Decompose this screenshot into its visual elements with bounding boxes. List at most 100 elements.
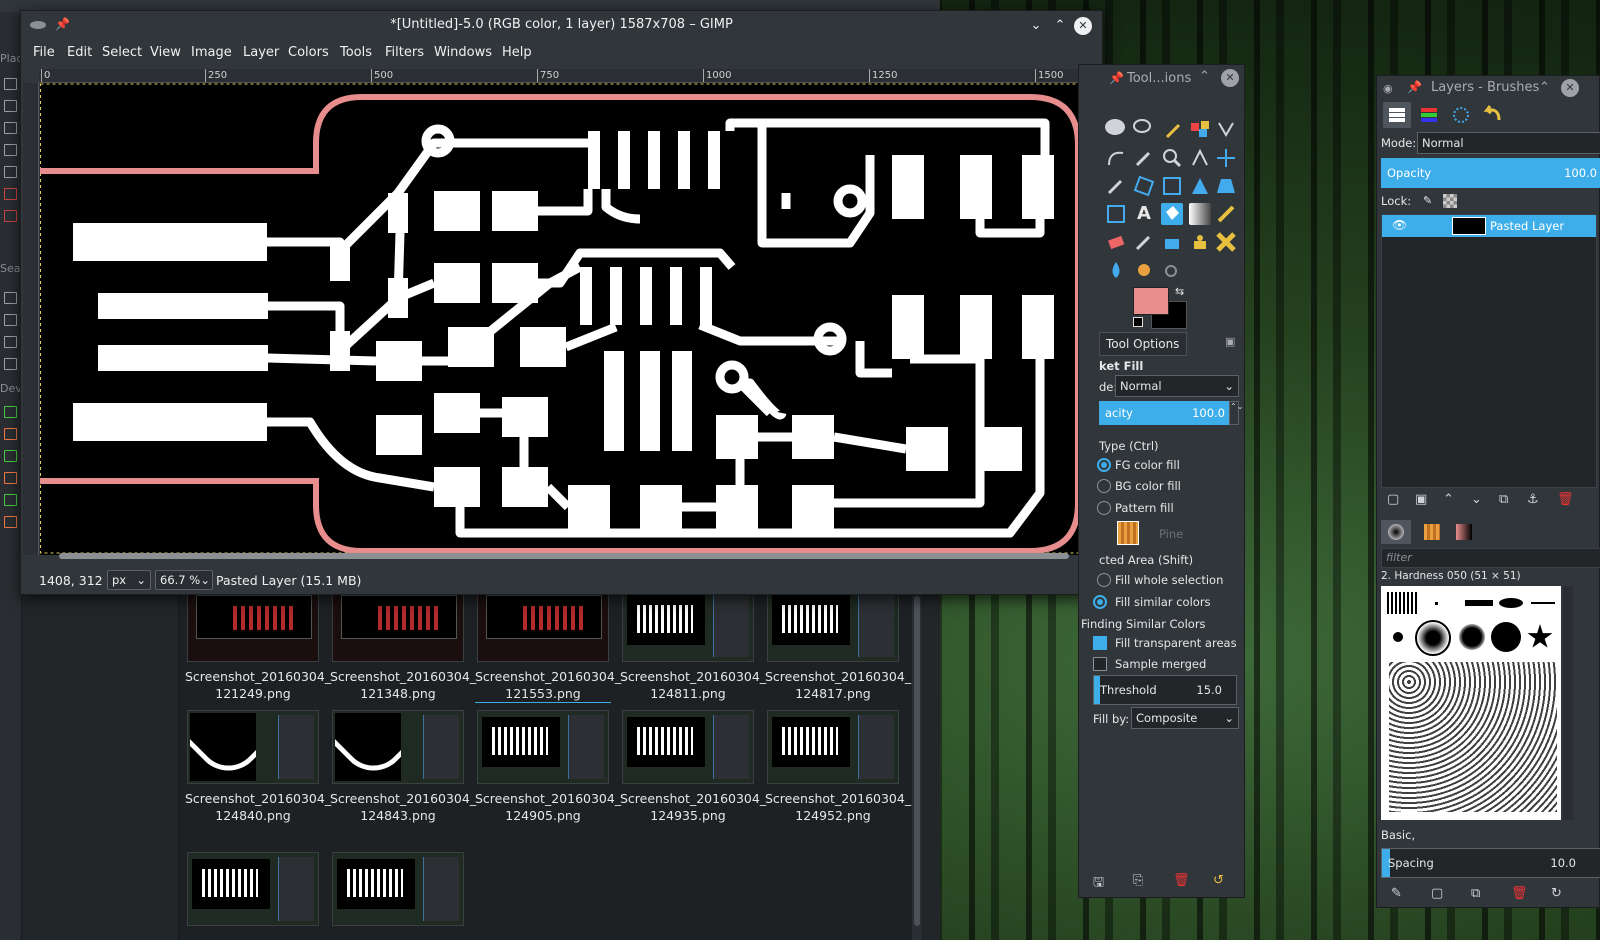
text-icon[interactable]	[4, 292, 17, 304]
delete-layer-icon[interactable]: 🗑	[1557, 492, 1574, 507]
delete-options-icon[interactable]: 🗑	[1173, 873, 1190, 888]
fill-transparent-checkbox[interactable]	[1093, 636, 1107, 650]
close-button[interactable]: ✕	[1074, 17, 1092, 35]
rotate-icon[interactable]	[1161, 175, 1183, 197]
new-layer-icon[interactable]: ▢	[1387, 492, 1399, 507]
align-icon[interactable]	[1105, 175, 1127, 197]
lasso-icon[interactable]	[1133, 119, 1151, 133]
file-item[interactable]: Screenshot_20160304_ 124840.png	[185, 710, 331, 824]
layer-row[interactable]: 👁 Pasted Layer	[1382, 215, 1596, 237]
network-icon[interactable]	[4, 210, 17, 222]
brush-swatch[interactable]	[1393, 632, 1403, 642]
tab-undo-history[interactable]	[1479, 102, 1507, 128]
dodge-burn-icon[interactable]	[1161, 259, 1183, 281]
vertical-ruler[interactable]	[23, 83, 39, 555]
restore-options-icon[interactable]: ⎘	[1133, 873, 1143, 888]
airbrush-icon[interactable]	[1133, 231, 1155, 253]
layer-mode-select[interactable]: Normal	[1417, 132, 1600, 154]
brush-swatch[interactable]	[1435, 602, 1438, 605]
file-item[interactable]: Screenshot_20160304_ 124952.png	[765, 710, 911, 824]
brush-grid[interactable]	[1381, 586, 1561, 820]
horizontal-ruler[interactable]: 0 250 500 750 1000 1250 1500	[39, 69, 1093, 83]
brush-swatch[interactable]	[1491, 622, 1521, 652]
drive-icon[interactable]	[4, 516, 17, 528]
pin-icon[interactable]: 📌	[1407, 80, 1422, 94]
radio-fg-color-fill[interactable]	[1097, 458, 1111, 472]
scale-icon[interactable]	[1189, 175, 1211, 197]
spin-arrows-icon[interactable]: ⌃⌄	[1229, 401, 1243, 425]
swap-colors-icon[interactable]: ⇆	[1175, 285, 1184, 298]
anchor-icon[interactable]: ⚓	[1527, 492, 1539, 507]
file-item[interactable]: Screenshot_20160304_ 124843.png	[330, 710, 476, 824]
new-layer-group-icon[interactable]: ▣	[1415, 492, 1427, 507]
layer-opacity-slider[interactable]: Opacity 100.0	[1381, 158, 1600, 188]
radio-bg-color-fill[interactable]	[1097, 479, 1111, 493]
tab-paths[interactable]	[1447, 102, 1475, 128]
smudge-icon[interactable]	[1133, 259, 1155, 281]
scrollbar-thumb[interactable]	[914, 596, 920, 926]
brush-swatch[interactable]	[1465, 600, 1493, 606]
horizontal-scrollbar[interactable]	[51, 551, 1081, 561]
radio-pattern-fill[interactable]	[1097, 501, 1111, 515]
brush-swatch[interactable]	[1459, 624, 1485, 650]
drive-icon[interactable]	[4, 494, 17, 506]
brush-filter-input[interactable]: filter	[1381, 548, 1600, 568]
threshold-slider[interactable]: Threshold 15.0	[1093, 675, 1237, 705]
minimize-button[interactable]: ⌄	[1027, 17, 1045, 35]
menu-help[interactable]: Help	[502, 45, 532, 60]
lock-alpha-icon[interactable]	[1443, 194, 1457, 208]
menu-colors[interactable]: Colors	[288, 45, 329, 60]
menu-file[interactable]: File	[33, 45, 55, 60]
cage-transform-icon[interactable]	[1105, 203, 1127, 225]
blur-icon[interactable]	[1105, 259, 1127, 281]
radio-fill-whole-selection[interactable]	[1097, 573, 1111, 587]
brush-swatch[interactable]	[1499, 598, 1523, 608]
music-icon[interactable]	[4, 336, 17, 348]
reset-options-icon[interactable]: ↺	[1213, 873, 1224, 888]
documents-icon[interactable]	[4, 122, 17, 134]
file-item[interactable]: Screenshot_20160304_ 124811.png	[620, 588, 766, 702]
measure-icon[interactable]	[1189, 147, 1211, 169]
perspective-icon[interactable]	[1215, 175, 1237, 197]
clone-icon[interactable]	[1189, 231, 1211, 253]
tab-patterns[interactable]	[1417, 520, 1447, 544]
file-item[interactable]: Screenshot_20160304_ 121553.png	[475, 588, 621, 703]
tab-layers[interactable]	[1383, 102, 1411, 128]
menu-filters[interactable]: Filters	[385, 45, 424, 60]
file-grid-scrollbar[interactable]	[912, 596, 922, 940]
delete-brush-icon[interactable]: 🗑	[1511, 886, 1528, 901]
unit-select[interactable]: px ⌄	[107, 570, 151, 590]
brush-swatch[interactable]	[1531, 602, 1555, 604]
folder-icon[interactable]	[4, 100, 17, 112]
radio-fill-similar-colors[interactable]	[1093, 595, 1107, 609]
raise-layer-icon[interactable]: ⌃	[1443, 492, 1454, 507]
video-icon[interactable]	[4, 358, 17, 370]
close-button[interactable]: ✕	[1221, 69, 1239, 87]
drive-icon[interactable]	[4, 450, 17, 462]
trash-icon[interactable]	[4, 188, 17, 200]
lower-layer-icon[interactable]: ⌄	[1471, 492, 1482, 507]
menu-edit[interactable]: Edit	[67, 45, 92, 60]
foreground-color-swatch[interactable]	[1133, 287, 1169, 315]
default-colors-icon[interactable]	[1133, 317, 1143, 327]
edit-brush-icon[interactable]: ✎	[1391, 886, 1402, 901]
duplicate-brush-icon[interactable]: ⧉	[1471, 886, 1480, 901]
menu-tools[interactable]: Tools	[340, 45, 372, 60]
file-item[interactable]: Screenshot_20160304_ 124935.png	[620, 710, 766, 824]
new-brush-icon[interactable]: ▢	[1431, 886, 1443, 901]
brush-swatch[interactable]	[1387, 592, 1417, 614]
gradient-icon[interactable]	[1189, 203, 1211, 225]
tab-channels[interactable]	[1415, 102, 1443, 128]
file-item[interactable]	[185, 852, 321, 926]
file-item[interactable]: Screenshot_20160304_ 124817.png	[765, 588, 911, 702]
zoom-icon[interactable]	[1161, 147, 1183, 169]
file-item[interactable]: Screenshot_20160304_ 121348.png	[330, 588, 476, 702]
move-icon[interactable]	[1215, 147, 1237, 169]
tab-tool-options[interactable]: Tool Options	[1099, 332, 1187, 356]
zoom-select[interactable]: 66.7 % ⌄	[155, 570, 213, 590]
folder-icon[interactable]	[4, 166, 17, 178]
bucket-fill-icon[interactable]	[1161, 203, 1183, 225]
drive-icon[interactable]	[4, 472, 17, 484]
title-bar[interactable]: 📌 *[Untitled]-5.0 (RGB color, 1 layer) 1…	[21, 11, 1102, 39]
refresh-brushes-icon[interactable]: ↻	[1551, 886, 1562, 901]
